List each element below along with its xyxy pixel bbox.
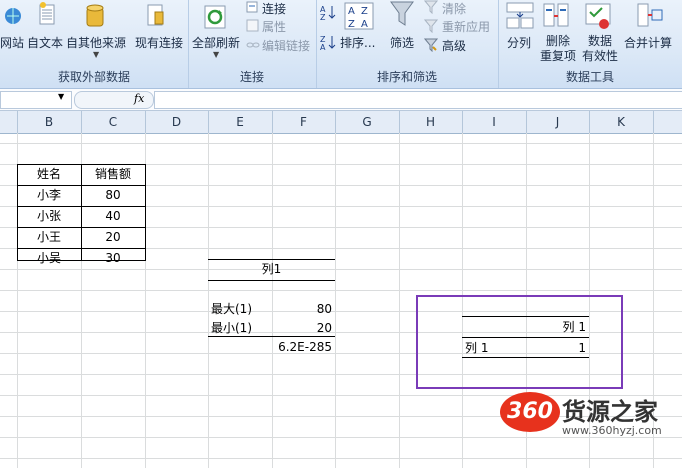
database-icon xyxy=(84,2,108,28)
column-headers: B C D E F G H I J K xyxy=(0,111,682,134)
chevron-down-icon: ▼ xyxy=(213,50,220,59)
group-label-sort-filter: 排序和筛选 xyxy=(376,70,437,84)
group-label-data-tools: 数据工具 xyxy=(565,70,614,84)
data-validation-button[interactable]: 数据 有效性 xyxy=(582,34,618,64)
advanced-filter-icon xyxy=(423,38,439,53)
sort-dialog-icon: AZZA xyxy=(344,2,374,30)
column-header-b[interactable]: B xyxy=(17,111,82,133)
insert-function-icon[interactable]: fx xyxy=(134,92,144,105)
sort-za-icon: ZA xyxy=(320,34,336,52)
column-header-d[interactable]: D xyxy=(145,111,209,133)
text-file-icon xyxy=(38,2,56,26)
clear-button[interactable]: 清除 xyxy=(442,0,466,17)
svg-text:Z: Z xyxy=(348,19,355,30)
remove-duplicates-label-1: 删除 xyxy=(546,34,571,48)
table-cell-name[interactable]: 小吴 xyxy=(17,249,81,268)
filter-button[interactable]: 筛选 xyxy=(390,34,414,51)
corr-row-label[interactable]: 列 1 xyxy=(465,339,525,358)
svg-text:A: A xyxy=(320,43,326,50)
refresh-icon xyxy=(203,4,227,30)
table-header-sales[interactable]: 销售额 xyxy=(81,165,145,184)
corr-column-header[interactable]: 列 1 xyxy=(526,318,586,337)
table-header-name[interactable]: 姓名 xyxy=(17,165,81,184)
column-header-partial-l[interactable] xyxy=(653,111,682,133)
group-connections: 全部刷新 ▼ 连接 属性 编辑链接 连接 xyxy=(188,0,317,88)
from-text-button[interactable]: 自文本 xyxy=(27,34,63,51)
reapply-icon xyxy=(423,19,439,34)
remove-duplicates-icon xyxy=(542,2,570,30)
table-cell-sales[interactable]: 40 xyxy=(81,207,145,226)
data-validation-label-1: 数据 xyxy=(588,34,613,48)
consolidate-icon xyxy=(636,2,664,30)
table-cell-name[interactable]: 小张 xyxy=(17,207,81,226)
text-to-columns-button[interactable]: 分列 xyxy=(507,34,531,51)
column-header-h[interactable]: H xyxy=(399,111,463,133)
formula-bar: ▼ fx xyxy=(0,89,682,111)
table-cell-name[interactable]: 小李 xyxy=(17,186,81,205)
ftest-value-max[interactable]: 80 xyxy=(272,300,332,319)
table-cell-sales[interactable]: 80 xyxy=(81,186,145,205)
column-header-i[interactable]: I xyxy=(462,111,527,133)
data-validation-label-2: 有效性 xyxy=(582,49,619,63)
from-web-button[interactable]: 网站 xyxy=(0,34,24,51)
reapply-button[interactable]: 重新应用 xyxy=(442,18,490,35)
svg-text:A: A xyxy=(361,19,368,30)
web-icon xyxy=(4,4,22,26)
chevron-down-icon[interactable]: ▼ xyxy=(58,92,64,101)
group-label-connections: 连接 xyxy=(239,70,264,84)
from-other-sources-button[interactable]: 自其他来源 xyxy=(66,34,126,51)
table-cell-name[interactable]: 小王 xyxy=(17,228,81,247)
remove-duplicates-label-2: 重复项 xyxy=(540,49,577,63)
ftest-title[interactable]: 列1 xyxy=(208,260,335,279)
text-to-columns-icon xyxy=(506,2,534,30)
connections-button[interactable]: 连接 xyxy=(262,0,286,17)
sort-button[interactable]: 排序... xyxy=(340,34,375,51)
connections-icon xyxy=(246,0,260,14)
ftest-value-result[interactable]: 6.2E-285 xyxy=(262,338,332,357)
ribbon: 网站 自文本 自其他来源 ▼ 现有连接 获取外部数据 全部刷新 ▼ 连接 属性 xyxy=(0,0,682,89)
consolidate-button[interactable]: 合并计算 xyxy=(624,34,672,51)
column-header-k[interactable]: K xyxy=(589,111,654,133)
properties-icon xyxy=(246,19,260,33)
svg-text:Z: Z xyxy=(361,6,368,17)
link-icon xyxy=(246,38,260,52)
svg-text:Z: Z xyxy=(320,13,326,20)
column-header-j[interactable]: J xyxy=(526,111,590,133)
group-label-external: 获取外部数据 xyxy=(57,70,130,84)
existing-connections-icon xyxy=(146,2,166,28)
formula-input[interactable] xyxy=(154,91,682,109)
table-cell-sales[interactable]: 20 xyxy=(81,228,145,247)
watermark-url: www.360hyzj.com xyxy=(562,424,662,437)
column-header-g[interactable]: G xyxy=(335,111,400,133)
watermark-logo: 360 xyxy=(500,392,560,432)
group-get-external-data: 网站 自文本 自其他来源 ▼ 现有连接 获取外部数据 xyxy=(0,0,189,88)
column-header-c[interactable]: C xyxy=(81,111,146,133)
chevron-down-icon: ▼ xyxy=(93,50,100,59)
remove-duplicates-button[interactable]: 删除 重复项 xyxy=(540,34,576,64)
clear-filter-icon xyxy=(423,0,439,15)
filter-icon xyxy=(390,0,414,28)
svg-text:A: A xyxy=(348,6,355,17)
properties-button[interactable]: 属性 xyxy=(262,18,286,35)
sort-az-icon: AZ xyxy=(320,4,336,22)
existing-connections-button[interactable]: 现有连接 xyxy=(135,34,183,51)
corr-value[interactable]: 1 xyxy=(526,339,586,358)
watermark-name: 货源之家 xyxy=(562,398,658,426)
ftest-label-max[interactable]: 最大(1) xyxy=(211,300,271,319)
edit-links-button[interactable]: 编辑链接 xyxy=(262,37,310,54)
data-validation-icon xyxy=(584,2,612,30)
column-header-partial-a[interactable] xyxy=(0,111,18,133)
column-header-e[interactable]: E xyxy=(208,111,273,133)
table-cell-sales[interactable]: 30 xyxy=(81,249,145,268)
advanced-button[interactable]: 高级 xyxy=(442,37,466,54)
refresh-all-button[interactable]: 全部刷新 xyxy=(192,34,240,51)
group-data-tools: 分列 删除 重复项 数据 有效性 合并计算 数据工具 xyxy=(498,0,682,88)
group-sort-filter: AZ ZA AZZA 排序... 筛选 清除 重新应用 高级 排序和筛选 xyxy=(316,0,499,88)
column-header-f[interactable]: F xyxy=(272,111,336,133)
